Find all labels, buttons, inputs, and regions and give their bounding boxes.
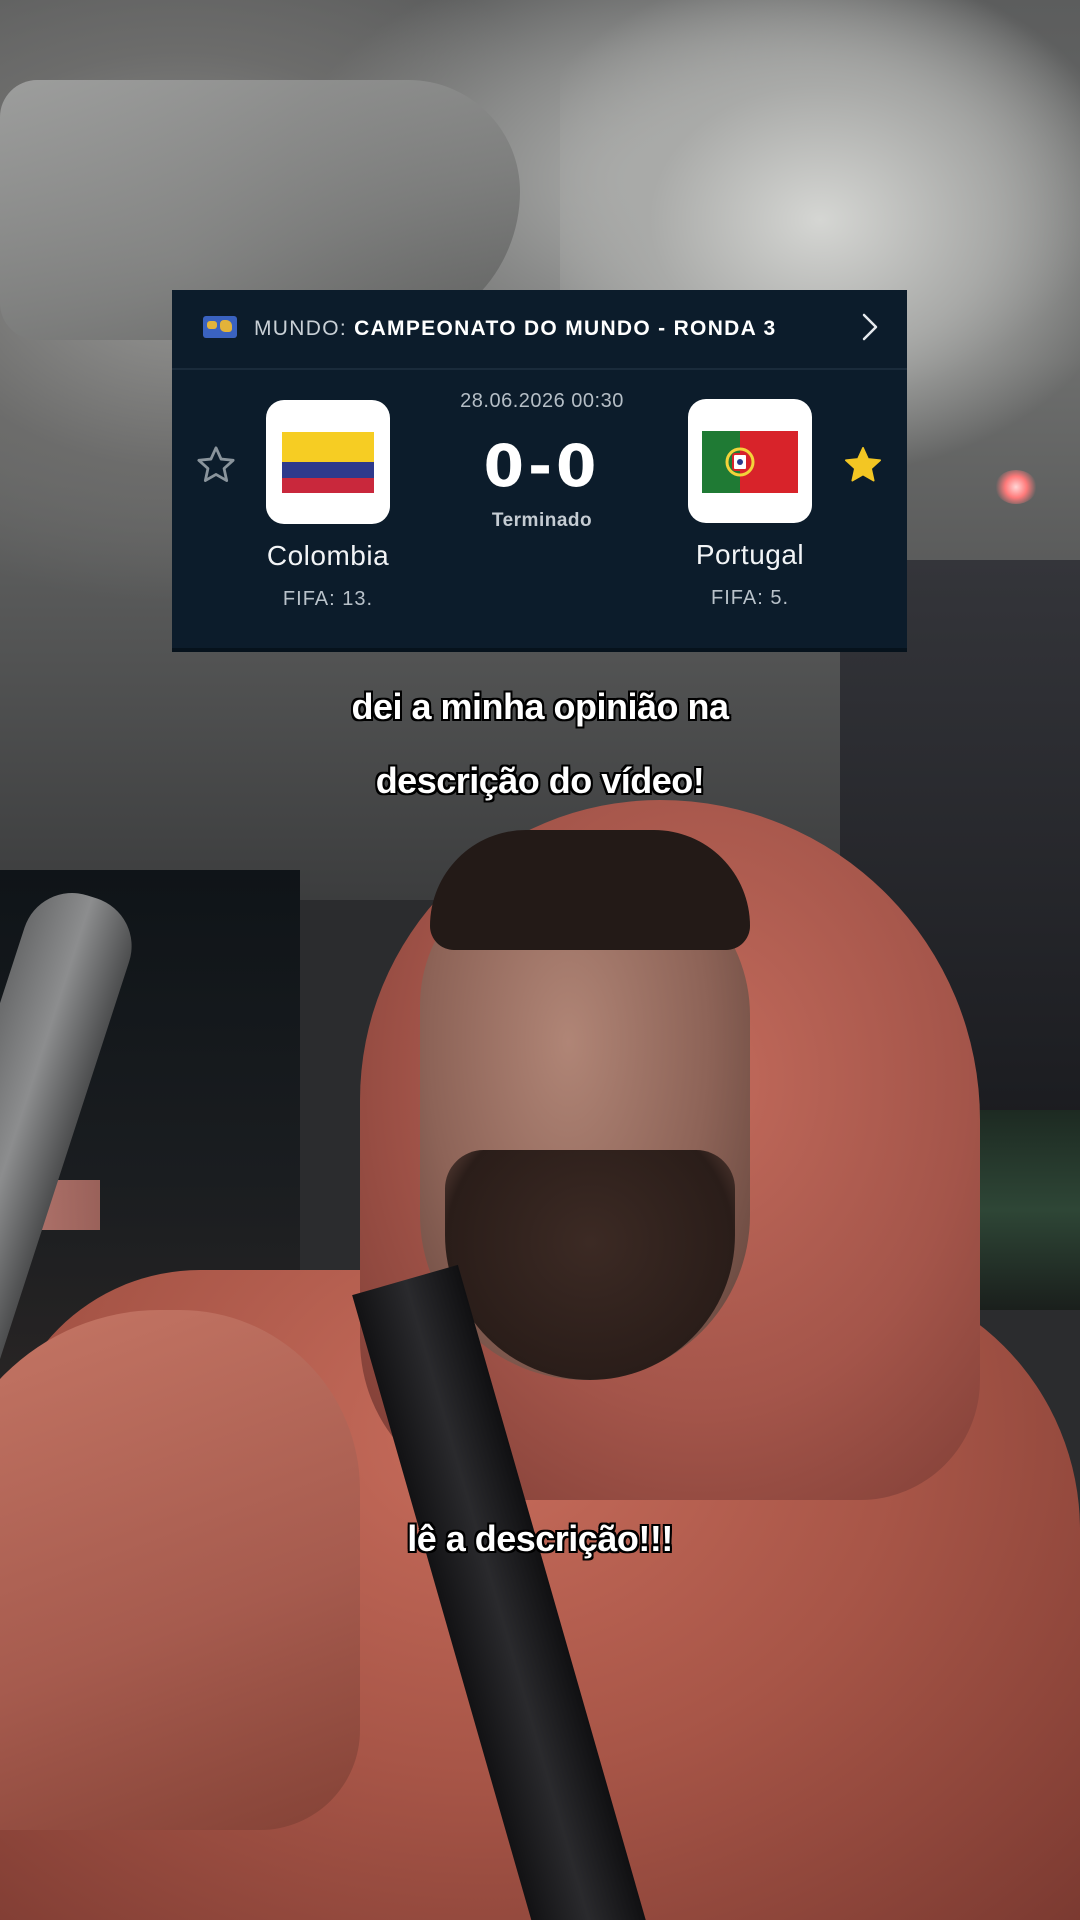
caption-line-3: lê a descrição!!! [407,1518,673,1559]
away-team-rank: FIFA: 5. [710,587,790,609]
match-score-card[interactable]: MUNDO: CAMPEONATO DO MUNDO - RONDA 3 Col… [172,290,907,648]
competition-name: CAMPEONATO DO MUNDO - RONDA 3 [354,317,777,340]
favorite-star-outline-icon[interactable] [195,444,237,486]
chevron-right-icon[interactable] [860,312,880,342]
home-team-name[interactable]: Colombia [218,540,438,572]
person-arm [0,1310,360,1830]
favorite-star-filled-icon[interactable] [842,444,884,486]
background-scene [0,0,1080,1920]
home-team-rank: FIFA: 13. [282,588,374,610]
video-frame: MUNDO: CAMPEONATO DO MUNDO - RONDA 3 Col… [0,0,1080,1920]
colombia-flag-icon [282,432,374,493]
portugal-flag-icon [702,431,798,493]
red-light [995,470,1037,504]
competition-header[interactable]: MUNDO: CAMPEONATO DO MUNDO - RONDA 3 [172,290,907,370]
match-score: 0-0 [483,432,601,500]
caption-line-1: dei a minha opinião na [351,686,729,727]
away-team-name[interactable]: Portugal [640,539,860,571]
caption-line-2: descrição do vídeo! [375,760,705,801]
competition-region: MUNDO: [254,317,347,340]
competition-title: MUNDO: CAMPEONATO DO MUNDO - RONDA 3 [254,316,776,342]
world-map-icon [203,316,237,338]
person-hair [430,830,750,950]
match-status: Terminado [491,510,593,531]
match-datetime: 28.06.2026 00:30 [460,390,624,412]
